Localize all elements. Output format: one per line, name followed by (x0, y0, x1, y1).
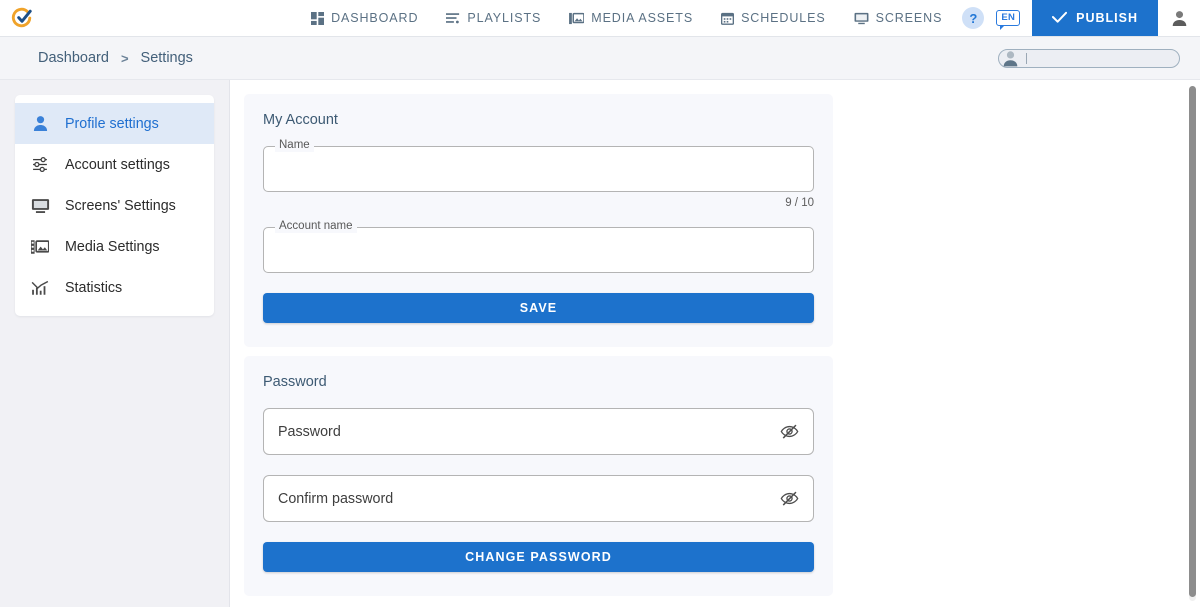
sidebar-item-screens-settings[interactable]: Screens' Settings (15, 185, 214, 226)
playlist-lines-icon (446, 12, 460, 25)
nav-item-group: DASHBOARD PLAYLISTS MEDIA ASSETS SCHEDUL… (297, 0, 956, 36)
nav-item-dashboard[interactable]: DASHBOARD (297, 0, 432, 36)
password-placeholder: Password (278, 424, 341, 440)
sidebar-label-profile-settings: Profile settings (65, 116, 159, 132)
language-label: EN (996, 10, 1020, 26)
language-selector[interactable]: EN (996, 10, 1020, 26)
breadcrumb-bar: Dashboard > Settings (0, 37, 1200, 80)
my-account-card: My Account Name 9 / 10 Account name SAVE (244, 94, 833, 347)
nav-item-playlists[interactable]: PLAYLISTS (432, 0, 555, 36)
publish-label: PUBLISH (1076, 11, 1138, 25)
settings-sidebar: Profile settings Account settings Screen… (0, 80, 230, 607)
sidebar-item-statistics[interactable]: Statistics (15, 267, 214, 308)
media-image-icon (569, 12, 584, 25)
eye-off-icon (780, 489, 799, 508)
calendar-icon (721, 12, 734, 25)
account-menu-button[interactable] (1158, 0, 1200, 36)
check-icon (1052, 11, 1067, 26)
account-name-field-label: Account name (275, 221, 357, 233)
account-name-field[interactable]: Account name (263, 227, 814, 273)
person-icon (29, 115, 51, 132)
nav-item-media-assets[interactable]: MEDIA ASSETS (555, 0, 707, 36)
monitor-icon (29, 198, 51, 214)
eye-off-icon (780, 422, 799, 441)
sidebar-label-statistics: Statistics (65, 280, 122, 296)
main-vertical-scrollbar[interactable] (1189, 86, 1196, 601)
name-char-counter: 9 / 10 (263, 197, 814, 209)
scrollbar-thumb[interactable] (1189, 86, 1196, 597)
dashboard-grid-icon (311, 12, 324, 25)
sidebar-item-media-settings[interactable]: Media Settings (15, 226, 214, 267)
save-button[interactable]: SAVE (263, 293, 814, 323)
sidebar-label-screens-settings: Screens' Settings (65, 198, 176, 214)
cloud-check-logo-icon (11, 7, 33, 29)
speech-bubble-tail-icon (1000, 26, 1004, 30)
my-account-title: My Account (263, 112, 814, 128)
confirm-password-visibility-toggle[interactable] (780, 489, 799, 508)
password-input[interactable]: Password (263, 408, 814, 455)
breadcrumb-dashboard[interactable]: Dashboard (38, 50, 109, 66)
app-logo[interactable] (0, 0, 44, 36)
change-password-button[interactable]: CHANGE PASSWORD (263, 542, 814, 572)
breadcrumb-settings: Settings (141, 50, 193, 66)
nav-item-schedules[interactable]: SCHEDULES (707, 0, 840, 36)
nav-label-playlists: PLAYLISTS (467, 11, 541, 25)
page-body: Profile settings Account settings Screen… (0, 80, 1200, 607)
nav-label-dashboard: DASHBOARD (331, 11, 418, 25)
top-navigation-bar: DASHBOARD PLAYLISTS MEDIA ASSETS SCHEDUL… (0, 0, 1200, 37)
sidebar-item-account-settings[interactable]: Account settings (15, 144, 214, 185)
nav-label-screens: SCREENS (876, 11, 943, 25)
settings-content: My Account Name 9 / 10 Account name SAVE… (230, 80, 1200, 596)
monitor-icon (854, 12, 869, 25)
publish-button[interactable]: PUBLISH (1032, 0, 1158, 36)
nav-label-schedules: SCHEDULES (741, 11, 826, 25)
chart-icon (29, 280, 51, 296)
sidebar-label-account-settings: Account settings (65, 157, 170, 173)
confirm-password-input[interactable]: Confirm password (263, 475, 814, 522)
text-caret (1026, 53, 1027, 64)
sliders-icon (29, 156, 51, 173)
confirm-password-placeholder: Confirm password (278, 491, 393, 507)
user-avatar-icon (1171, 10, 1188, 27)
help-button[interactable]: ? (962, 7, 984, 29)
media-image-icon (29, 239, 51, 255)
nav-label-media-assets: MEDIA ASSETS (591, 11, 693, 25)
nav-item-screens[interactable]: SCREENS (840, 0, 957, 36)
nav-right-group: ? EN PUBLISH (956, 0, 1200, 36)
name-field[interactable]: Name (263, 146, 814, 192)
sidebar-card: Profile settings Account settings Screen… (15, 95, 214, 316)
sidebar-label-media-settings: Media Settings (65, 239, 160, 255)
settings-main-panel: My Account Name 9 / 10 Account name SAVE… (230, 80, 1200, 607)
nav-left-spacer (44, 0, 297, 36)
name-field-label: Name (275, 140, 314, 152)
breadcrumb-separator-icon: > (121, 51, 129, 66)
password-card: Password Password Confirm password (244, 356, 833, 596)
password-title: Password (263, 374, 814, 390)
user-avatar-icon (1002, 50, 1019, 67)
account-search-input[interactable] (998, 49, 1180, 68)
sidebar-item-profile-settings[interactable]: Profile settings (15, 103, 214, 144)
password-visibility-toggle[interactable] (780, 422, 799, 441)
